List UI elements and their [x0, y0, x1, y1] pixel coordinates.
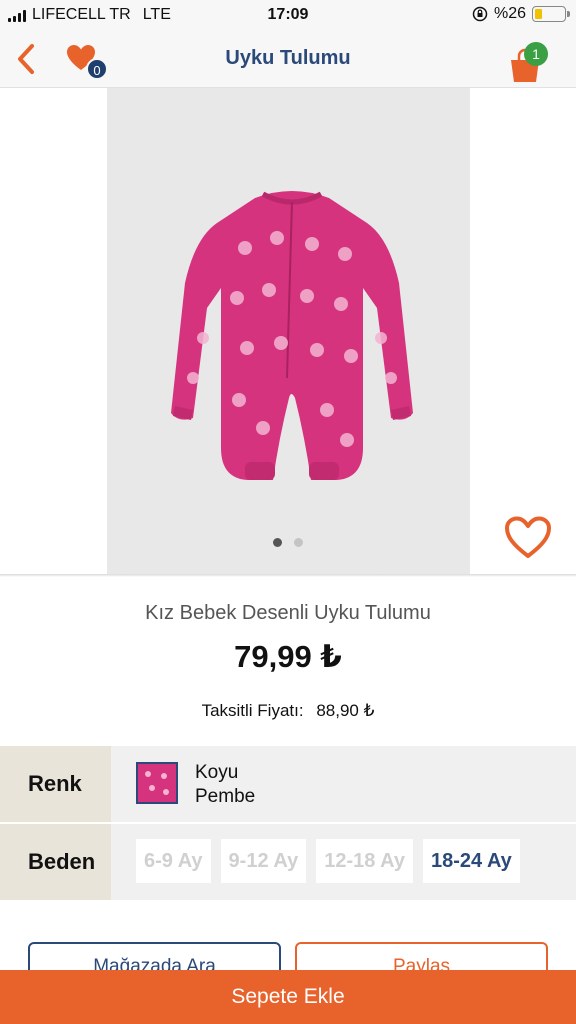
installment-label: Taksitli Fiyatı: — [201, 701, 304, 720]
color-swatch-pattern-icon — [140, 766, 174, 800]
gallery-pagination[interactable] — [0, 538, 576, 547]
status-bar: LIFECELL TR LTE 17:09 %26 — [0, 0, 576, 30]
product-price: 79,99 ₺ — [234, 639, 342, 674]
battery-icon — [532, 6, 570, 22]
size-selector: 6-9 Ay 9-12 Ay 12-18 Ay 18-24 Ay — [136, 839, 520, 883]
cart-button[interactable]: 1 — [508, 42, 554, 82]
battery-fill — [535, 9, 543, 19]
color-option-row: Renk Koyu Pembe — [0, 746, 576, 822]
sleepsuit-illustration — [171, 191, 413, 480]
pagination-dot-1[interactable] — [273, 538, 282, 547]
divider — [0, 574, 576, 577]
battery-percent: %26 — [493, 5, 526, 22]
size-option[interactable]: 9-12 Ay — [220, 839, 307, 883]
page-title: Uyku Tulumu — [225, 47, 351, 69]
add-to-wishlist-button[interactable] — [504, 516, 552, 560]
color-name: Koyu Pembe — [195, 761, 255, 809]
size-option[interactable]: 6-9 Ay — [136, 839, 211, 883]
color-label: Renk — [0, 746, 111, 822]
color-swatch-koyu-pembe[interactable] — [136, 762, 178, 804]
nav-bar: 0 Uyku Tulumu 1 — [0, 30, 576, 88]
size-option-row: Beden 6-9 Ay 9-12 Ay 12-18 Ay 18-24 Ay — [0, 824, 576, 900]
product-name: Kız Bebek Desenli Uyku Tulumu — [145, 602, 431, 624]
cart-count-badge: 1 — [524, 42, 548, 66]
orientation-lock-icon — [472, 6, 488, 22]
installment-value: 88,90 ₺ — [316, 701, 375, 720]
size-label: Beden — [0, 824, 111, 900]
add-to-cart-button[interactable]: Sepete Ekle — [0, 970, 576, 1024]
installment-price-row: Taksitli Fiyatı: 88,90 ₺ — [0, 701, 576, 721]
pagination-dot-2[interactable] — [294, 538, 303, 547]
color-name-line-2: Pembe — [195, 786, 256, 807]
size-option[interactable]: 18-24 Ay — [423, 839, 520, 883]
product-gallery[interactable] — [0, 88, 576, 574]
color-name-line-1: Koyu — [195, 762, 239, 783]
product-image[interactable] — [107, 88, 470, 574]
status-right: %26 — [472, 5, 570, 23]
size-option[interactable]: 12-18 Ay — [316, 839, 414, 883]
heart-outline-icon — [505, 516, 551, 558]
